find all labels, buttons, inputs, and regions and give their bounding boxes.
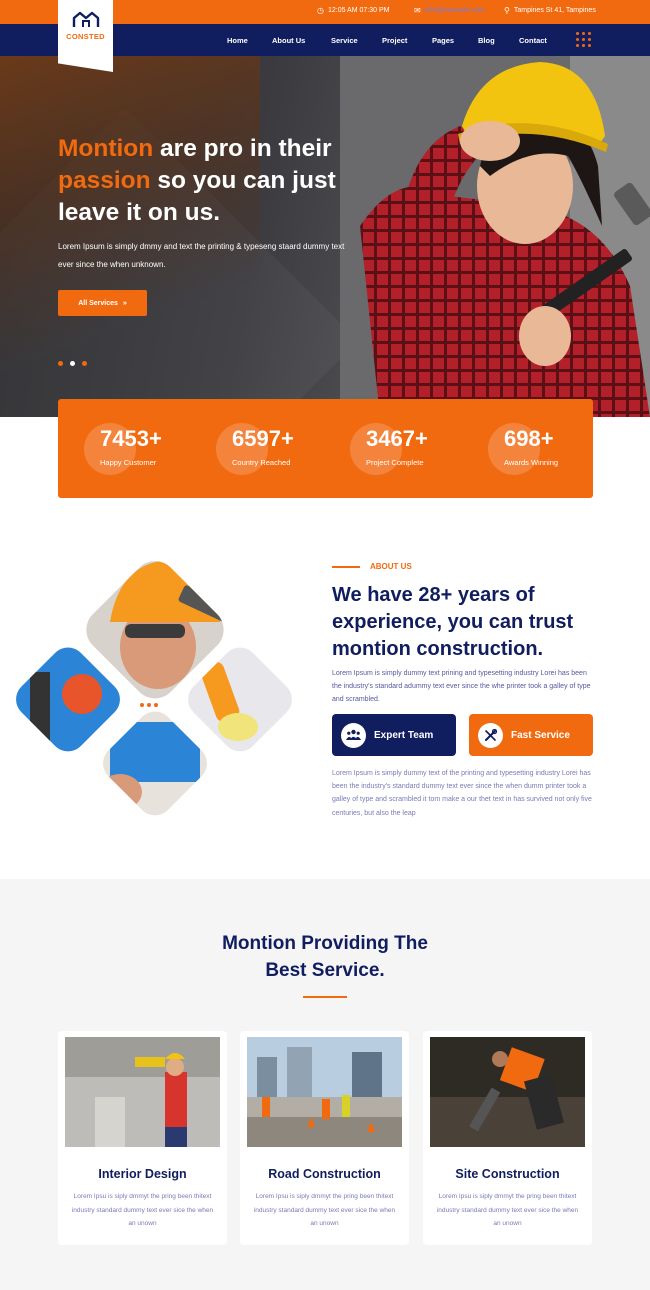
services-title-line-2: Best Service. bbox=[265, 960, 385, 981]
hours-info: ◷ 12:05 AM 07:30 PM bbox=[317, 6, 389, 15]
service-card-description: Lorem Ipsu is siply dmmyt the pring been… bbox=[71, 1193, 214, 1227]
expert-team-badge[interactable]: Expert Team bbox=[332, 714, 456, 756]
hero-title-highlight-2: passion bbox=[58, 167, 151, 194]
site-construction-photo bbox=[430, 1037, 585, 1147]
mail-icon: ✉ bbox=[414, 6, 421, 15]
stat-number: 6597+ bbox=[232, 426, 294, 451]
about-title: We have 28+ years of experience, you can… bbox=[332, 584, 574, 660]
nav-home[interactable]: Home bbox=[227, 36, 248, 45]
stat-label: Country Reached bbox=[232, 458, 291, 467]
stats-bar: 7453+ Happy Customer 6597+ Country Reach… bbox=[58, 399, 593, 498]
stat-label: Awards Winning bbox=[504, 458, 559, 467]
all-services-label: All Services bbox=[78, 299, 118, 307]
about-tag-label: ABOUT US bbox=[370, 562, 412, 571]
interior-design-photo bbox=[65, 1037, 220, 1147]
service-card-description: Lorem Ipsu is siply dmmyt the pring been… bbox=[436, 1193, 579, 1227]
hero-worker-image bbox=[340, 56, 650, 417]
stat-label: Project Complete bbox=[366, 458, 424, 467]
road-construction-photo bbox=[247, 1037, 402, 1147]
address-info: ⚲ Tampines St 41, Tampines bbox=[504, 6, 596, 15]
fast-service-label: Fast Service bbox=[511, 729, 570, 741]
hours-text: 12:05 AM 07:30 PM bbox=[327, 7, 390, 14]
service-card-title: Site Construction bbox=[455, 1167, 560, 1181]
hero-title: Montion are pro in their passion so you … bbox=[58, 133, 378, 229]
services-title: Montion Providing The Best Service. bbox=[0, 930, 650, 984]
fast-service-badge[interactable]: Fast Service bbox=[469, 714, 593, 756]
address-text: Tampines St 41, Tampines bbox=[513, 7, 596, 14]
team-icon bbox=[341, 722, 366, 748]
service-card-interior-design[interactable]: Interior Design Lorem Ipsu is siply dmmy… bbox=[58, 1031, 227, 1245]
nav-contact[interactable]: Contact bbox=[519, 36, 547, 45]
services-title-line-1: Montion Providing The bbox=[222, 933, 428, 954]
slider-dots bbox=[58, 361, 87, 366]
email-info[interactable]: ✉ info@example.com bbox=[414, 6, 485, 15]
nav-about-us[interactable]: About Us bbox=[272, 36, 305, 45]
hero-title-highlight-1: Montion bbox=[58, 135, 154, 162]
expert-team-label: Expert Team bbox=[374, 729, 434, 741]
service-card-road-construction[interactable]: Road Construction Lorem Ipsu is siply dm… bbox=[240, 1031, 409, 1245]
nav-service[interactable]: Service bbox=[331, 36, 358, 45]
hero-title-part-1: are pro in their bbox=[153, 135, 332, 162]
about-lead-text: Lorem Ipsum is simply dummy text prining… bbox=[332, 670, 591, 703]
slider-dot-1[interactable] bbox=[58, 361, 63, 366]
service-card-description: Lorem Ipsu is siply dmmyt the pring been… bbox=[253, 1193, 396, 1227]
slider-dot-2[interactable] bbox=[70, 361, 75, 366]
service-card-title: Interior Design bbox=[98, 1167, 187, 1181]
service-card-title: Road Construction bbox=[268, 1167, 381, 1181]
about-body-text: Lorem Ipsum is simply dummy text of the … bbox=[332, 770, 592, 817]
double-chevron-right-icon: » bbox=[122, 299, 127, 307]
site-logo[interactable]: CONSTED bbox=[58, 0, 113, 72]
stat-label: Happy Customer bbox=[100, 458, 157, 467]
grid-menu-icon[interactable] bbox=[576, 32, 592, 48]
tag-line-divider bbox=[332, 565, 360, 568]
logo-text: CONSTED bbox=[66, 32, 105, 41]
nav-project[interactable]: Project bbox=[382, 36, 407, 45]
about-image-collage bbox=[10, 552, 292, 824]
clock-icon: ◷ bbox=[317, 6, 324, 15]
stat-number: 7453+ bbox=[100, 426, 162, 451]
tools-icon bbox=[478, 722, 503, 748]
nav-pages[interactable]: Pages bbox=[432, 36, 454, 45]
about-tag: ABOUT US bbox=[332, 562, 412, 571]
email-link[interactable]: info@example.com bbox=[425, 7, 485, 14]
stat-number: 3467+ bbox=[366, 426, 428, 451]
stat-number: 698+ bbox=[504, 426, 554, 451]
slider-dot-3[interactable] bbox=[82, 361, 87, 366]
service-card-site-construction[interactable]: Site Construction Lorem Ipsu is siply dm… bbox=[423, 1031, 592, 1245]
house-logo-icon bbox=[72, 11, 99, 27]
nav-blog[interactable]: Blog bbox=[478, 36, 495, 45]
hero-description: Lorem Ipsum is simply dmmy and text the … bbox=[58, 242, 345, 269]
location-pin-icon: ⚲ bbox=[504, 6, 510, 15]
all-services-button[interactable]: All Services » bbox=[58, 290, 147, 316]
services-title-underline bbox=[303, 996, 347, 998]
